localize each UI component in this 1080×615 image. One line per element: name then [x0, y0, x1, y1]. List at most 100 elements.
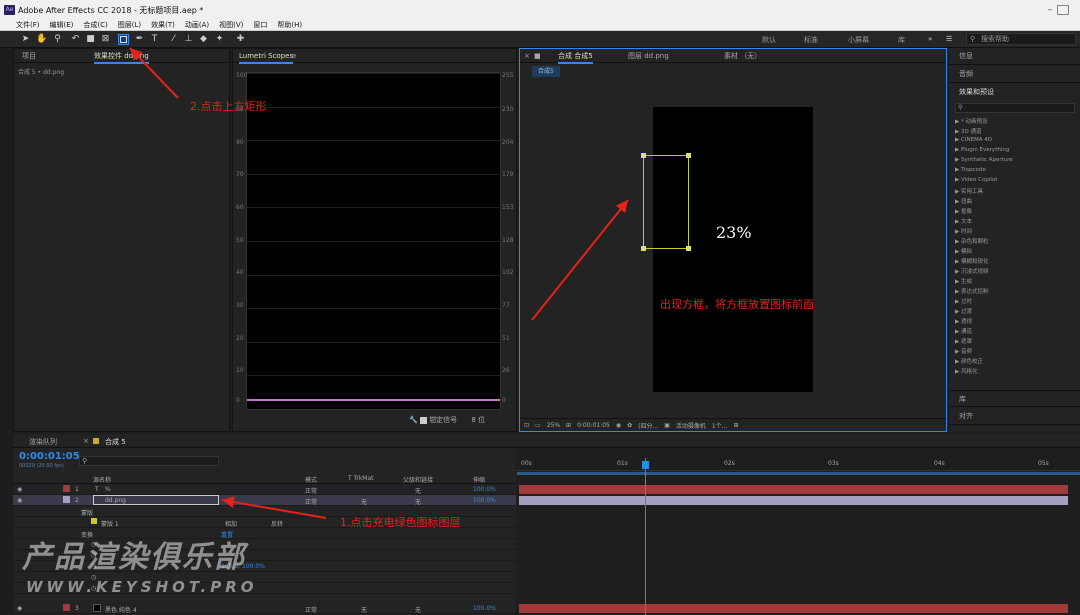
tab-timeline-comp[interactable]: 合成 5 — [105, 437, 126, 447]
effect-category[interactable]: ▶ 扭曲 — [955, 197, 972, 205]
effect-category[interactable]: ▶ 3D 通道 — [955, 127, 981, 135]
panel-menu-icon[interactable]: ≡ — [291, 49, 297, 63]
effects-search-input[interactable]: ⚲ — [955, 103, 1075, 113]
effect-category[interactable]: ▶ Trapcode — [955, 167, 986, 173]
more-workspaces-icon[interactable]: » — [928, 35, 932, 43]
tab-render-queue[interactable]: 渲染队列 — [29, 437, 57, 447]
effect-category[interactable]: ▶ 通道 — [955, 327, 972, 335]
pen-tool-icon[interactable]: ✒ — [134, 34, 145, 45]
layer-bar[interactable] — [519, 604, 1068, 613]
comp-canvas[interactable] — [653, 107, 813, 392]
current-time[interactable]: 0:00:01:05 — [577, 422, 610, 429]
layer-trkmat[interactable]: 无 — [361, 605, 367, 614]
resolution-select[interactable]: (四分... — [638, 421, 658, 430]
mask-handle[interactable] — [641, 153, 646, 158]
layer-parent[interactable]: 无 — [415, 497, 421, 506]
layer-row[interactable]: ◉ 1 T % 正常 无 100.0% — [13, 484, 516, 495]
eye-icon[interactable]: ◉ — [17, 486, 22, 493]
mask-name[interactable]: 蒙版 1 — [101, 519, 119, 528]
effect-category[interactable]: ▶ 实用工具 — [955, 187, 983, 195]
layer-bar[interactable] — [519, 485, 1068, 494]
effect-category[interactable]: ▶ 音频 — [955, 347, 972, 355]
minimize-icon[interactable]: – — [1043, 4, 1057, 16]
layer-row[interactable]: ◉ 3 黑色 纯色 4 正常 无 无 100.0% — [13, 603, 516, 614]
workspace-library[interactable]: 库 — [898, 35, 905, 45]
workspace-small-screen[interactable]: 小屏幕 — [848, 35, 869, 45]
color-icon[interactable]: ✿ — [627, 422, 632, 429]
effect-category[interactable]: ▶ 过时 — [955, 297, 972, 305]
effect-category[interactable]: ▶ 表达式控制 — [955, 287, 988, 295]
effect-category[interactable]: ▶ Synthetic Aperture — [955, 157, 1013, 163]
effect-category[interactable]: ▶ CINEMA 4D — [955, 137, 992, 143]
library-section[interactable]: 库 — [949, 390, 1080, 407]
clone-stamp-tool-icon[interactable]: ⊥ — [183, 34, 194, 45]
pan-behind-tool-icon[interactable]: ⊠ — [100, 34, 111, 45]
label-color-icon[interactable] — [63, 604, 70, 611]
close-icon[interactable]: × — [524, 49, 530, 63]
effect-category[interactable]: ▶ 风格化 — [955, 367, 977, 375]
layer-trkmat[interactable]: 无 — [361, 497, 367, 506]
layer-bar-selected[interactable] — [519, 496, 1068, 505]
eraser-tool-icon[interactable]: ◆ — [198, 34, 209, 45]
effect-category[interactable]: ▶ 透视 — [955, 317, 972, 325]
lock-icon[interactable]: ■ — [534, 49, 541, 63]
time-ruler[interactable]: 00s 01s 02s 03s 04s 05s — [517, 458, 1080, 471]
wrench-icon[interactable]: 🔧 — [409, 416, 418, 424]
rectangle-tool-icon[interactable] — [118, 34, 129, 45]
brush-tool-icon[interactable]: ⁄ — [168, 34, 179, 45]
effect-category[interactable]: ▶ 模糊和锐化 — [955, 257, 988, 265]
comp-subtab[interactable]: 合成5 — [532, 66, 560, 77]
align-section[interactable]: 对齐 — [949, 408, 1080, 425]
effect-category[interactable]: ▶ 生成 — [955, 277, 972, 285]
menu-view[interactable]: 视图(V) — [219, 20, 243, 30]
effects-presets-title[interactable]: 效果和预设 — [949, 84, 1080, 101]
tab-footage[interactable]: 素材 （无） — [724, 49, 761, 63]
effect-category[interactable]: ▶ Plugin Everything — [955, 147, 1009, 153]
playhead[interactable] — [645, 458, 646, 615]
search-help-input[interactable]: ⚲ 搜索帮助 — [966, 33, 1076, 45]
info-section[interactable]: 信息 — [949, 48, 1080, 65]
layer-search-input[interactable]: ⚲ — [79, 456, 219, 466]
layer-row-selected[interactable]: ◉ 2 dd.png 正常 无 无 100.0% — [13, 495, 516, 506]
menu-window[interactable]: 窗口 — [253, 20, 267, 30]
effect-category[interactable]: ▶ * 动画预设 — [955, 117, 987, 125]
effect-category[interactable]: ▶ 遮罩 — [955, 337, 972, 345]
grid-icon[interactable]: ⊞ — [733, 422, 738, 429]
layer-parent[interactable]: 无 — [415, 605, 421, 614]
selection-tool-icon[interactable]: ➤ — [20, 34, 31, 45]
text-tool-icon[interactable]: T — [149, 34, 160, 45]
layer-stretch[interactable]: 100.0% — [473, 497, 496, 504]
effect-category[interactable]: ▶ 杂色和颗粒 — [955, 237, 988, 245]
roi-icon[interactable]: ▣ — [664, 422, 670, 429]
menu-effect[interactable]: 效果(T) — [151, 20, 175, 30]
menu-composition[interactable]: 合成(C) — [83, 20, 107, 30]
eye-icon[interactable]: ◉ — [17, 497, 22, 504]
mask-handle[interactable] — [641, 246, 646, 251]
layer-stretch[interactable]: 100.0% — [473, 486, 496, 493]
roto-brush-tool-icon[interactable]: ✦ — [214, 34, 225, 45]
rotate-tool-icon[interactable]: ↶ — [70, 34, 81, 45]
playhead-handle[interactable] — [642, 461, 649, 469]
clamp-checkbox[interactable] — [419, 416, 427, 424]
layer-name[interactable]: dd.png — [105, 497, 126, 504]
camera-tool-icon[interactable]: ■ — [85, 34, 96, 45]
layer-parent[interactable]: 无 — [415, 486, 421, 495]
layer-mode[interactable]: 正常 — [305, 497, 317, 506]
bit-depth-select[interactable]: 8 位 — [471, 416, 485, 424]
layer-mode[interactable]: 正常 — [305, 486, 317, 495]
effect-category[interactable]: ▶ 抠像 — [955, 207, 972, 215]
menu-file[interactable]: 文件(F) — [16, 20, 40, 30]
effect-category[interactable]: ▶ 过渡 — [955, 307, 972, 315]
mask-handle[interactable] — [686, 153, 691, 158]
tab-composition[interactable]: 合成 合成5 — [558, 49, 593, 64]
effect-category[interactable]: ▶ 模拟 — [955, 247, 972, 255]
fit-icon[interactable]: ⊞ — [566, 422, 571, 429]
tab-layer[interactable]: 图层 dd.png — [628, 49, 669, 63]
layer-name[interactable]: 黑色 纯色 4 — [105, 605, 137, 614]
work-area-bar[interactable] — [517, 472, 1080, 475]
close-icon[interactable]: × — [83, 437, 89, 445]
workspace-menu-icon[interactable]: ☰ — [946, 35, 952, 43]
rectangle-mask-box[interactable] — [641, 153, 691, 251]
hand-tool-icon[interactable]: ✋ — [36, 34, 47, 45]
mask-color-icon[interactable] — [91, 518, 97, 524]
